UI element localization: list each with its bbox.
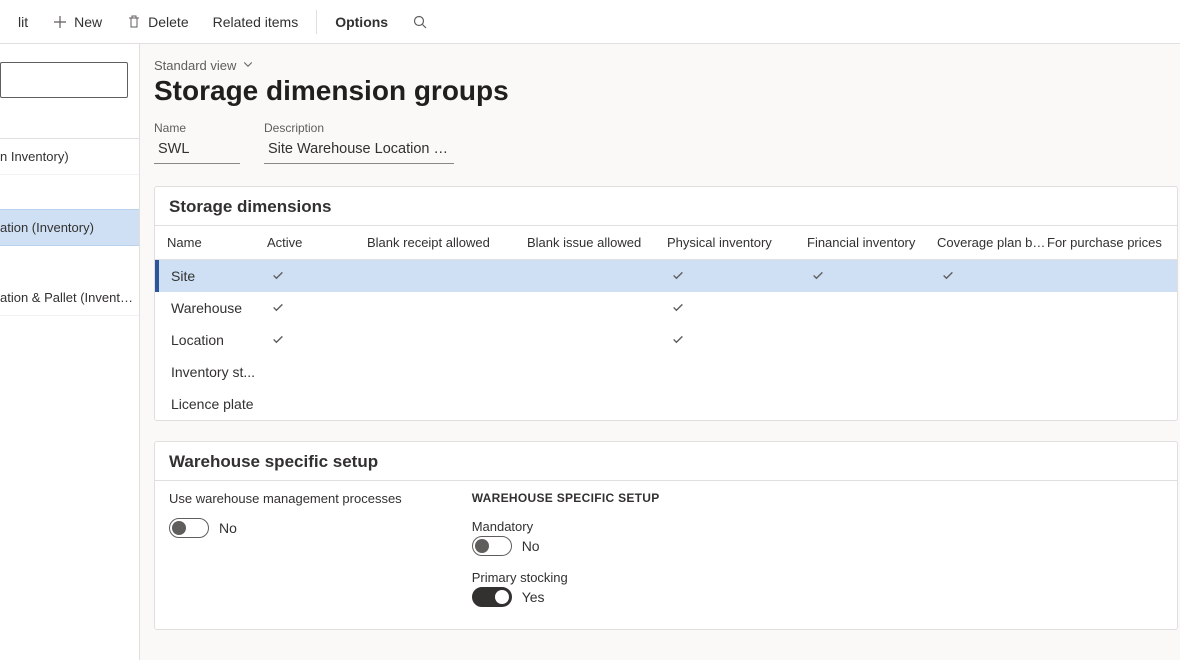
cell-check: [811, 268, 941, 285]
grid-header: Name Active Blank receipt allowed Blank …: [155, 226, 1177, 260]
cell-check: [271, 268, 371, 285]
sidebar: n Inventory) ation (Inventory) ation & P…: [0, 44, 140, 660]
primary-stocking-label: Primary stocking: [472, 570, 660, 585]
trash-icon: [126, 14, 142, 30]
command-bar: lit New Delete Related items Options: [0, 0, 1180, 44]
sidebar-item-1[interactable]: ation (Inventory): [0, 209, 139, 246]
new-button[interactable]: New: [42, 8, 112, 36]
mandatory-value: No: [522, 538, 540, 554]
col-blank-issue[interactable]: Blank issue allowed: [527, 235, 667, 250]
col-name[interactable]: Name: [167, 235, 267, 250]
main-content: Standard view Storage dimension groups N…: [140, 44, 1180, 660]
cell-check: [671, 268, 811, 285]
table-row[interactable]: Location: [155, 324, 1177, 356]
col-financial[interactable]: Financial inventory: [807, 235, 937, 250]
chevron-down-icon: [242, 58, 254, 73]
cell-name: Warehouse: [171, 300, 271, 316]
delete-button[interactable]: Delete: [116, 8, 198, 36]
col-physical[interactable]: Physical inventory: [667, 235, 807, 250]
cell-check: [671, 332, 811, 349]
view-switch[interactable]: Standard view: [154, 58, 1180, 73]
related-items-button[interactable]: Related items: [203, 8, 309, 36]
sidebar-item-0[interactable]: n Inventory): [0, 139, 139, 175]
wh-right-col: WAREHOUSE SPECIFIC SETUP Mandatory No Pr…: [472, 491, 660, 607]
use-wh-mgmt-toggle[interactable]: [169, 518, 209, 538]
description-label: Description: [264, 121, 454, 135]
storage-dimensions-title: Storage dimensions: [155, 187, 1177, 225]
use-wh-mgmt-label: Use warehouse management processes: [169, 491, 402, 506]
primary-stocking-value: Yes: [522, 589, 545, 605]
separator: [316, 10, 317, 34]
sidebar-item-2[interactable]: ation & Pallet (Inventory): [0, 280, 139, 316]
mandatory-toggle[interactable]: [472, 536, 512, 556]
cell-check: [271, 332, 371, 349]
name-field: Name SWL: [154, 121, 240, 164]
name-input[interactable]: SWL: [154, 137, 240, 164]
storage-dimensions-card: Storage dimensions Name Active Blank rec…: [154, 186, 1178, 421]
edit-label: lit: [18, 14, 28, 30]
options-label: Options: [335, 14, 388, 30]
sidebar-search-input[interactable]: [0, 62, 128, 98]
search-button[interactable]: [402, 8, 438, 36]
page-title: Storage dimension groups: [154, 75, 1180, 107]
new-label: New: [74, 14, 102, 30]
cell-name: Licence plate: [171, 396, 271, 412]
view-switch-label: Standard view: [154, 58, 236, 73]
primary-stocking-toggle[interactable]: [472, 587, 512, 607]
header-fields: Name SWL Description Site Warehouse Loca…: [154, 121, 1180, 164]
table-row[interactable]: Licence plate: [155, 388, 1177, 420]
cell-check: [271, 300, 371, 317]
col-coverage[interactable]: Coverage plan by di...: [937, 235, 1047, 250]
col-blank-receipt[interactable]: Blank receipt allowed: [367, 235, 527, 250]
cell-name: Location: [171, 332, 271, 348]
table-row[interactable]: Warehouse: [155, 292, 1177, 324]
cell-check: [941, 268, 1051, 285]
cell-name: Inventory st...: [171, 364, 271, 380]
related-label: Related items: [213, 14, 299, 30]
delete-label: Delete: [148, 14, 188, 30]
description-input[interactable]: Site Warehouse Location (Inven...: [264, 137, 454, 164]
description-field: Description Site Warehouse Location (Inv…: [264, 121, 454, 164]
sidebar-list: n Inventory) ation (Inventory) ation & P…: [0, 138, 139, 316]
plus-icon: [52, 14, 68, 30]
table-row[interactable]: Site: [155, 260, 1177, 292]
col-active[interactable]: Active: [267, 235, 367, 250]
name-label: Name: [154, 121, 240, 135]
wh-left-col: Use warehouse management processes No: [169, 491, 402, 607]
warehouse-setup-title: Warehouse specific setup: [155, 442, 1177, 480]
cell-check: [671, 300, 811, 317]
wh-section-heading: WAREHOUSE SPECIFIC SETUP: [472, 491, 660, 505]
table-row[interactable]: Inventory st...: [155, 356, 1177, 388]
options-button[interactable]: Options: [325, 8, 398, 36]
search-icon: [412, 14, 428, 30]
col-purchase[interactable]: For purchase prices: [1047, 235, 1177, 250]
warehouse-setup-card: Warehouse specific setup Use warehouse m…: [154, 441, 1178, 630]
edit-button[interactable]: lit: [8, 8, 38, 36]
use-wh-mgmt-value: No: [219, 520, 237, 536]
cell-name: Site: [171, 268, 271, 284]
storage-dimensions-grid: Name Active Blank receipt allowed Blank …: [155, 225, 1177, 420]
mandatory-label: Mandatory: [472, 519, 660, 534]
